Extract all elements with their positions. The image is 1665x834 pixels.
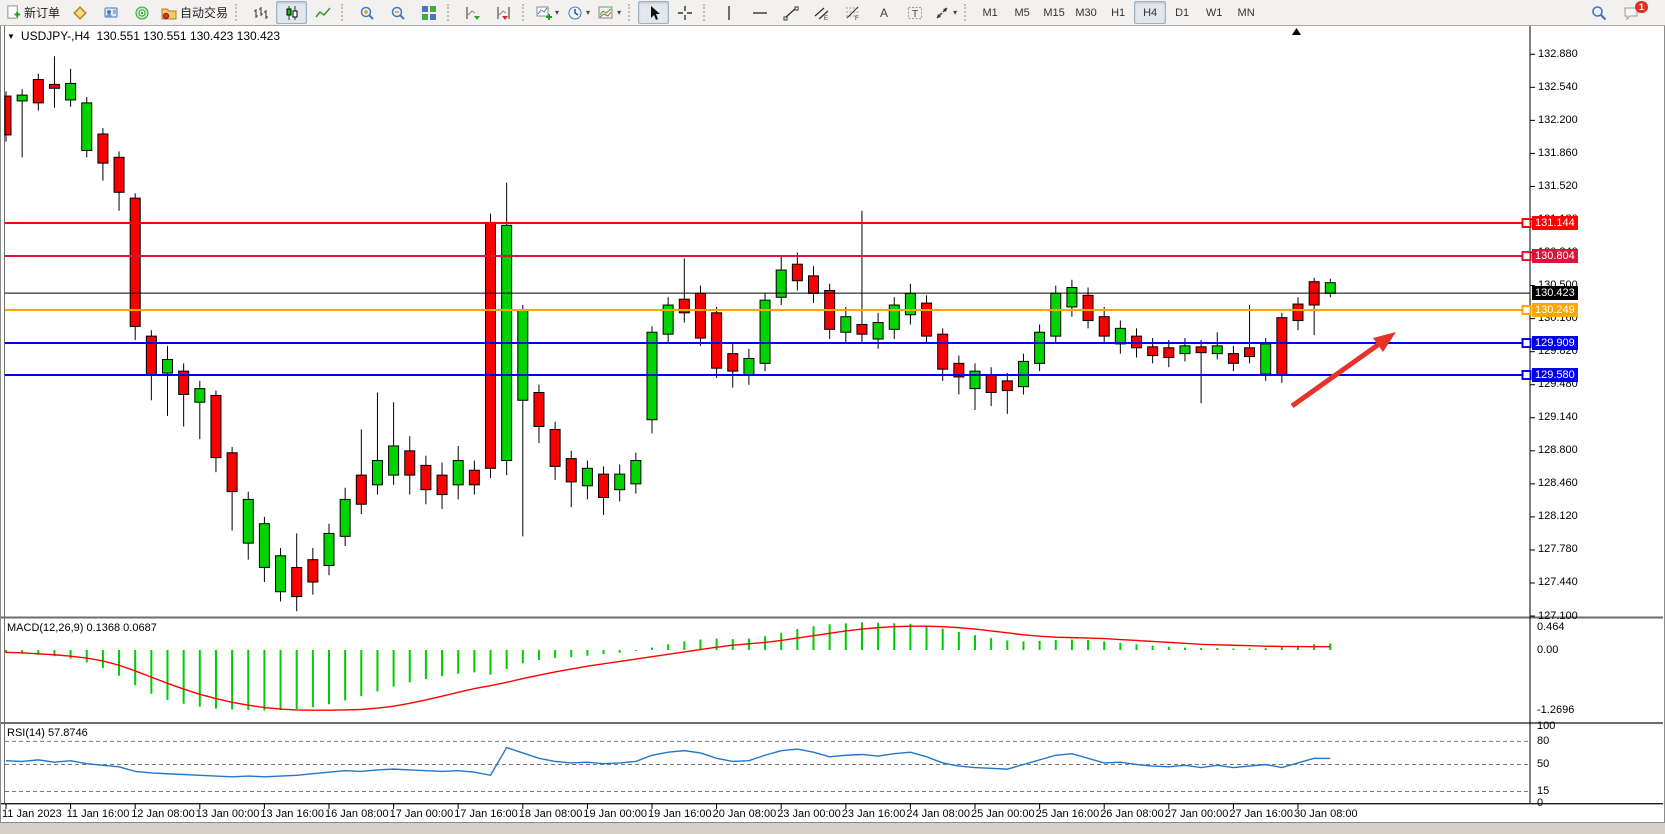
template-chart-icon [598, 5, 614, 21]
candlestick-chart-button[interactable] [276, 1, 307, 24]
timeframe-button-MN[interactable]: MN [1230, 1, 1262, 24]
toolbar: 新订单 自动交易 ▾ ▾ [0, 0, 1665, 26]
text-button[interactable]: A [868, 1, 899, 24]
toolbar-separator [703, 4, 709, 21]
toolbar-separator [964, 4, 970, 21]
autotrading-label: 自动交易 [180, 4, 228, 21]
toolbar-separator [341, 4, 347, 21]
chevron-down-icon: ▾ [617, 9, 621, 17]
chart-shift-icon [496, 5, 512, 21]
cursor-icon [646, 5, 662, 21]
svg-text:A: A [880, 6, 888, 20]
notification-badge: 1 [1635, 1, 1648, 13]
bar-chart-icon [253, 5, 269, 21]
search-button[interactable] [1584, 1, 1615, 24]
chart-symbol-period: USDJPY-,H4 [21, 29, 90, 43]
timeframe-button-M15[interactable]: M15 [1038, 1, 1070, 24]
macd-indicator-label: MACD(12,26,9) 0.1368 0.0687 [7, 622, 157, 634]
new-order-button[interactable]: 新订单 [2, 1, 64, 24]
deposit-button[interactable] [64, 1, 95, 24]
auto-scroll-icon [465, 5, 481, 21]
new-order-icon [6, 5, 21, 20]
toolbar-separator [628, 4, 634, 21]
zoom-out-button[interactable] [382, 1, 413, 24]
svg-text:T: T [912, 9, 918, 20]
line-chart-button[interactable] [307, 1, 338, 24]
signals-button[interactable] [126, 1, 157, 24]
profile-button[interactable] [95, 1, 126, 24]
toolbar-separator [235, 4, 241, 21]
chevron-down-icon: ▾ [586, 9, 590, 17]
trendline-icon [783, 5, 799, 21]
indicators-button[interactable]: ▾ [532, 1, 563, 24]
chevron-down-icon: ▾ [555, 9, 559, 17]
crosshair-icon [677, 5, 693, 21]
trendline-button[interactable] [775, 1, 806, 24]
tile-windows-button[interactable] [413, 1, 444, 24]
equidistant-channel-button[interactable]: E [806, 1, 837, 24]
chat-button[interactable]: 1 [1619, 1, 1659, 24]
chart-ohlc-values: 130.551 130.551 130.423 130.423 [97, 29, 281, 43]
label-button[interactable]: T [899, 1, 930, 24]
timeframe-button-W1[interactable]: W1 [1198, 1, 1230, 24]
timeframe-button-D1[interactable]: D1 [1166, 1, 1198, 24]
tile-windows-icon [421, 5, 437, 21]
chart-title: ▼ USDJPY-,H4 130.551 130.551 130.423 130.… [7, 29, 280, 43]
chevron-down-icon: ▾ [953, 9, 957, 17]
vertical-line-icon [721, 5, 737, 21]
line-chart-icon [315, 5, 331, 21]
zoom-in-icon [359, 5, 375, 21]
timeframe-button-H1[interactable]: H1 [1102, 1, 1134, 24]
autotrading-button[interactable]: 自动交易 [157, 1, 232, 24]
profile-icon [103, 5, 119, 21]
fibonacci-button[interactable]: F [837, 1, 868, 24]
fibonacci-icon: F [845, 5, 861, 21]
arrows-icon [934, 5, 950, 21]
zoom-in-button[interactable] [351, 1, 382, 24]
candlestick-chart-icon [284, 5, 300, 21]
chart-menu-icon[interactable]: ▼ [7, 32, 15, 41]
timeframe-button-M1[interactable]: M1 [974, 1, 1006, 24]
autotrading-icon [161, 5, 177, 21]
crosshair-button[interactable] [669, 1, 700, 24]
zoom-out-icon [390, 5, 406, 21]
indicators-icon [536, 5, 552, 21]
chart-shift-button[interactable] [488, 1, 519, 24]
horizontal-line-icon [752, 5, 768, 21]
text-label-icon: T [907, 5, 923, 21]
clock-icon [567, 5, 583, 21]
gold-diamond-icon [72, 5, 88, 21]
svg-text:E: E [824, 16, 828, 21]
timeframe-button-H4[interactable]: H4 [1134, 1, 1166, 24]
svg-text:F: F [855, 16, 859, 21]
timeframe-toolbar: M1M5M15M30H1H4D1W1MN [974, 1, 1262, 24]
auto-scroll-button[interactable] [457, 1, 488, 24]
timeframe-button-M5[interactable]: M5 [1006, 1, 1038, 24]
cursor-button[interactable] [638, 1, 669, 24]
signal-icon [134, 5, 150, 21]
search-icon [1591, 5, 1607, 21]
toolbar-separator [522, 4, 528, 21]
templates-button[interactable]: ▾ [594, 1, 625, 24]
new-order-label: 新订单 [24, 4, 60, 21]
bar-chart-button[interactable] [245, 1, 276, 24]
horizontal-line-button[interactable] [744, 1, 775, 24]
timeframe-button-M30[interactable]: M30 [1070, 1, 1102, 24]
chart-window[interactable] [0, 25, 1665, 823]
text-icon: A [876, 5, 892, 21]
periods-button[interactable]: ▾ [563, 1, 594, 24]
vertical-line-button[interactable] [713, 1, 744, 24]
arrows-button[interactable]: ▾ [930, 1, 961, 24]
rsi-indicator-label: RSI(14) 57.8746 [7, 727, 88, 739]
toolbar-separator [447, 4, 453, 21]
equidistant-channel-icon: E [814, 5, 830, 21]
